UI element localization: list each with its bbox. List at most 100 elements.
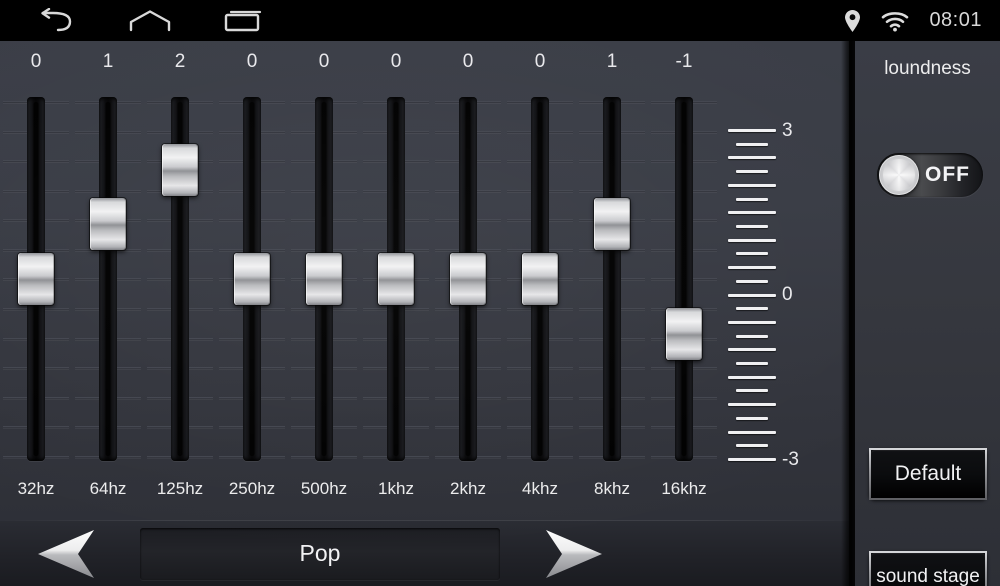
ruler-tick [728,238,776,242]
sidebar-panel: loundness OFF Default sound stage [855,41,1000,586]
previous-preset-button[interactable] [0,521,140,586]
ruler-tick [736,142,768,146]
ruler-tick [728,156,776,160]
band-frequency-label: 250hz [228,479,276,498]
db-scale-ruler: 3 0 -3 [728,120,799,470]
band-frequency-label: 1khz [378,479,414,498]
band-slider[interactable] [144,93,216,465]
default-button[interactable]: Default [869,448,987,500]
band-value: 0 [30,51,42,72]
band-slider[interactable] [360,93,432,465]
panel-divider [841,41,855,586]
ruler-tick [736,224,768,228]
band-value: -1 [675,51,693,72]
band-frequency-label: 16khz [661,479,707,498]
clock-label: 08:01 [929,9,982,31]
ruler-tick [736,307,768,311]
slider-thumb[interactable] [522,253,558,305]
recents-button[interactable] [196,0,288,41]
slider-track[interactable] [162,97,198,461]
band-frequency-label: 125hz [156,479,204,498]
band-slider[interactable] [432,93,504,465]
band-frequency-label: 32hz [17,479,55,498]
ruler-tick [728,375,776,379]
band-slider[interactable] [216,93,288,465]
equalizer-screen: 08:01 0 1 2 0 0 0 0 0 1 -1 32hz 64hz 125hz 250hz 500h… [0,0,1000,586]
band-slider[interactable] [72,93,144,465]
band-slider[interactable] [0,93,72,465]
ruler-label: 3 [782,119,793,141]
slider-track[interactable] [666,97,702,461]
ruler-tick [736,279,768,283]
slider-thumb[interactable] [18,253,54,305]
preset-bar: Pop [0,521,849,586]
band-value: 1 [102,51,114,72]
ruler-tick [728,320,776,324]
band-frequency-label: 8khz [594,479,630,498]
band-sliders-row [0,93,720,465]
toggle-state-label: OFF [925,163,970,186]
slider-thumb[interactable] [306,253,342,305]
ruler-tick [728,183,776,187]
band-value: 0 [246,51,258,72]
recents-icon [224,10,262,31]
sound-stage-button-label: sound stage [876,566,980,586]
slider-thumb[interactable] [594,198,630,251]
ruler-tick [728,266,776,270]
ruler-tick [736,444,768,448]
ruler-tick [736,170,768,174]
next-preset-button[interactable] [500,521,640,586]
equalizer-main-area: 0 1 2 0 0 0 0 0 1 -1 32hz 64hz 125hz 250hz 500hz 1khz 2… [0,41,849,586]
slider-track[interactable] [522,97,558,461]
slider-thumb[interactable] [666,307,702,360]
band-value: 1 [606,51,618,72]
band-slider[interactable] [504,93,576,465]
preset-display[interactable]: Pop [140,527,500,580]
slider-track[interactable] [18,97,54,461]
band-value: 2 [174,51,186,72]
slider-track[interactable] [306,97,342,461]
band-slider[interactable] [288,93,360,465]
default-button-label: Default [894,462,962,485]
slider-thumb[interactable] [450,253,486,305]
ruler-label: -3 [782,448,799,470]
toggle-knob [879,155,919,195]
band-value: 0 [462,51,474,72]
slider-track[interactable] [90,97,126,461]
back-button[interactable] [12,0,104,41]
ruler-tick [736,197,768,201]
ruler-tick [736,416,768,420]
wifi-icon [882,11,909,31]
status-indicators: 08:01 [844,0,982,41]
home-icon [129,9,171,31]
slider-track[interactable] [378,97,414,461]
ruler-tick [728,293,776,297]
slider-thumb[interactable] [162,143,198,196]
ruler-label: 0 [782,284,793,305]
slider-thumb[interactable] [234,253,270,305]
sound-stage-button[interactable]: sound stage [869,551,987,586]
slider-thumb[interactable] [90,198,126,251]
ruler-tick [736,389,768,393]
loudness-label: loundness [884,58,971,79]
band-value: 0 [534,51,546,72]
slider-track[interactable] [594,97,630,461]
band-frequency-label: 500hz [300,479,348,498]
ruler-tick [728,458,776,461]
ruler-tick [736,362,768,366]
ruler-tick [728,129,776,132]
loudness-toggle[interactable]: OFF [877,153,983,197]
home-button[interactable] [104,0,196,41]
band-frequency-row: 32hz 64hz 125hz 250hz 500hz 1khz 2khz 4khz 8khz 1… [0,469,720,509]
ruler-tick [736,252,768,256]
slider-track[interactable] [450,97,486,461]
ruler-tick [728,348,776,352]
band-frequency-label: 4khz [522,479,558,498]
slider-track[interactable] [234,97,270,461]
ruler-tick [728,403,776,407]
ruler-tick [728,211,776,215]
band-slider[interactable] [648,93,720,465]
slider-thumb[interactable] [378,253,414,305]
android-status-bar: 08:01 [0,0,1000,41]
band-slider[interactable] [576,93,648,465]
